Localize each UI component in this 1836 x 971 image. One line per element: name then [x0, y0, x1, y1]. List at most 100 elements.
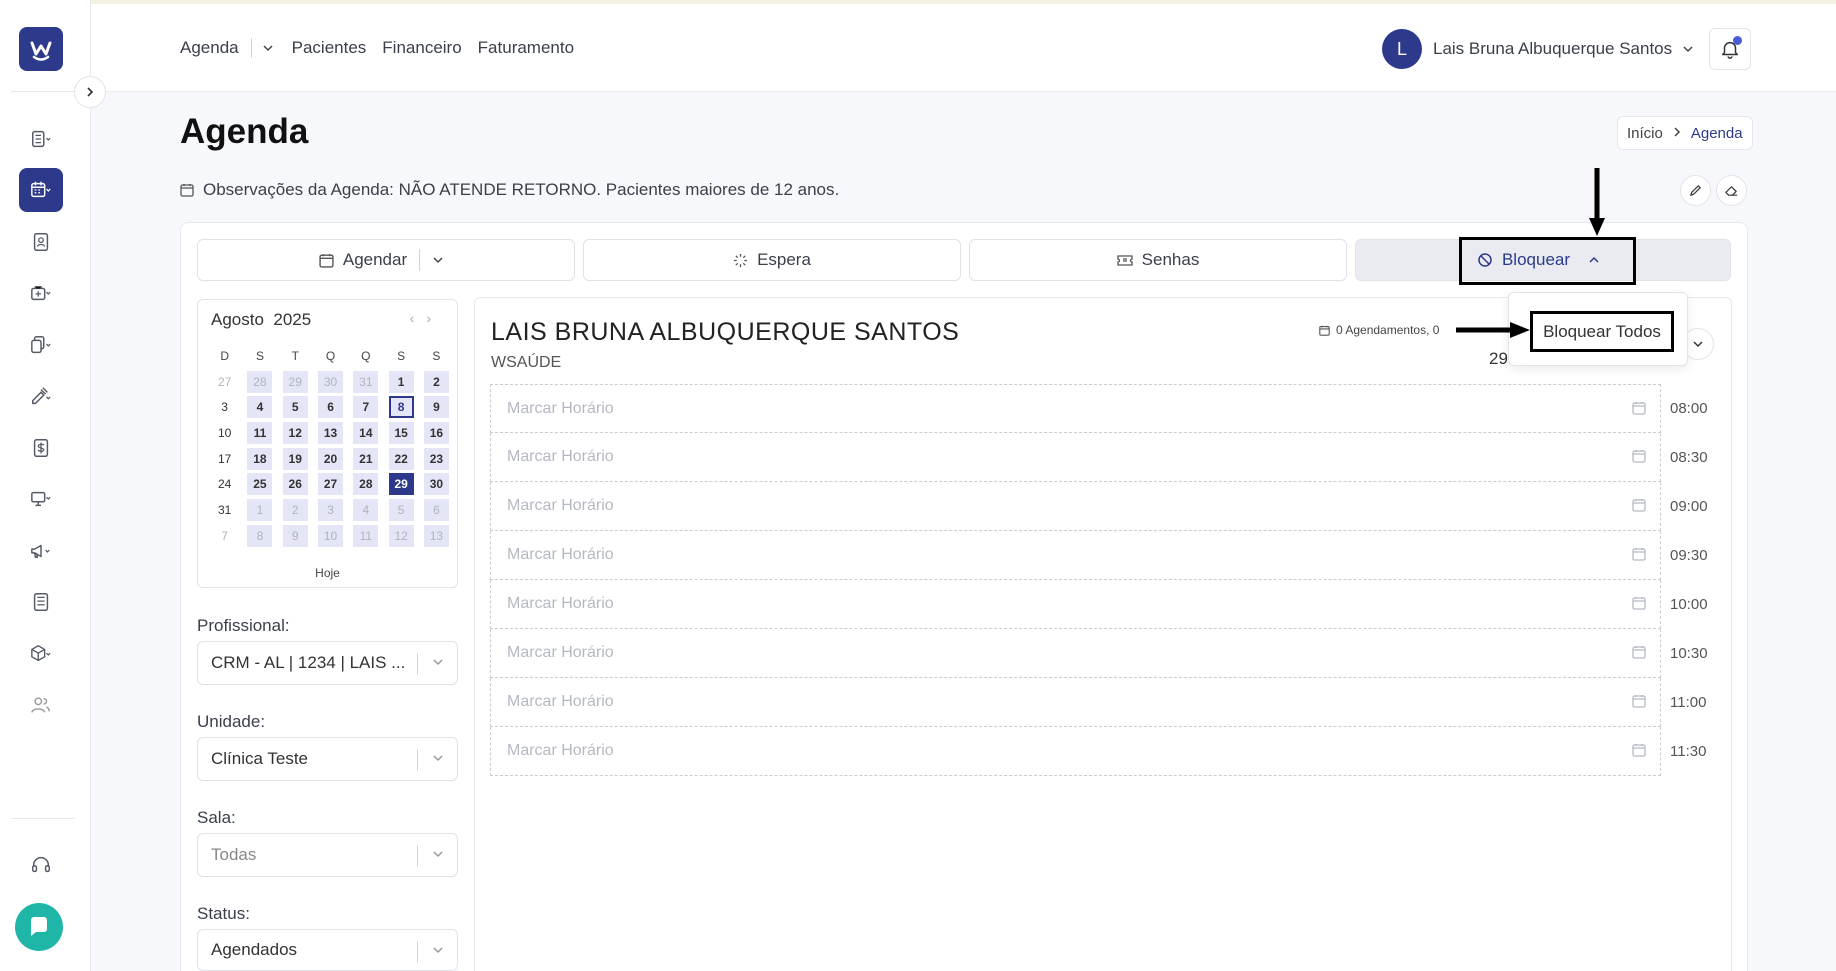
calendar-month[interactable]: Agosto [211, 310, 264, 329]
calendar-day[interactable]: 10 [313, 524, 348, 547]
nav-pacientes[interactable]: Pacientes [292, 38, 367, 58]
unidade-select[interactable]: Clínica Teste [197, 737, 458, 781]
calendar-day[interactable]: 13 [313, 421, 348, 444]
bloquear-todos-option[interactable]: Bloquear Todos [1530, 311, 1674, 352]
calendar-year[interactable]: 2025 [273, 310, 311, 329]
calendar-day[interactable]: 4 [348, 498, 383, 521]
sidebar-item-inventory[interactable] [19, 632, 63, 676]
sidebar-item-news[interactable] [19, 580, 63, 624]
sidebar-item-marketing[interactable] [19, 529, 63, 573]
calendar-day[interactable]: 17 [207, 448, 242, 470]
calendar-day[interactable]: 7 [348, 396, 383, 419]
calendar-day[interactable]: 27 [207, 371, 242, 393]
notifications-button[interactable] [1709, 28, 1751, 70]
calendar-day[interactable]: 9 [419, 396, 454, 419]
time-slot[interactable]: Marcar Horário 08:30 [490, 433, 1708, 482]
agendar-button[interactable]: Agendar [197, 239, 575, 281]
calendar-day[interactable]: 27 [313, 473, 348, 496]
chevron-down-icon[interactable] [262, 41, 274, 55]
calendar-day[interactable]: 30 [313, 370, 348, 393]
sidebar-item-clinic[interactable] [19, 271, 63, 315]
calendar-day[interactable]: 12 [278, 421, 313, 444]
calendar-day[interactable]: 26 [278, 473, 313, 496]
breadcrumb-home[interactable]: Início [1627, 125, 1663, 142]
sidebar-item-agenda[interactable] [19, 168, 63, 212]
time-slot[interactable]: Marcar Horário 11:30 [490, 727, 1706, 776]
calendar-icon[interactable] [1632, 498, 1646, 517]
calendar-icon[interactable] [1632, 645, 1646, 664]
calendar-day[interactable]: 8 [383, 396, 418, 419]
app-logo[interactable] [19, 27, 63, 71]
profissional-select[interactable]: CRM - AL | 1234 | LAIS ... [197, 641, 458, 685]
calendar-day[interactable]: 1 [242, 498, 277, 521]
calendar-day[interactable]: 5 [383, 498, 418, 521]
calendar-day[interactable]: 31 [207, 499, 242, 521]
sidebar-item-documents[interactable] [19, 323, 63, 367]
chevron-right-icon[interactable]: › [426, 310, 443, 326]
sidebar-item-patients[interactable] [19, 220, 63, 264]
sidebar-item-support[interactable] [19, 843, 63, 887]
calendar-day[interactable]: 19 [278, 447, 313, 470]
calendar-day[interactable]: 29 [383, 473, 418, 496]
calendar-day[interactable]: 22 [383, 447, 418, 470]
calendar-day[interactable]: 14 [348, 421, 383, 444]
calendar-day[interactable]: 12 [383, 524, 418, 547]
calendar-day[interactable]: 20 [313, 447, 348, 470]
calendar-icon[interactable] [1632, 449, 1646, 468]
calendar-day[interactable]: 16 [419, 421, 454, 444]
time-slot[interactable]: Marcar Horário 11:00 [490, 678, 1706, 727]
calendar-day[interactable]: 3 [313, 498, 348, 521]
calendar-day[interactable]: 7 [207, 525, 242, 547]
sala-select[interactable]: Todas [197, 833, 458, 877]
calendar-day[interactable]: 30 [419, 473, 454, 496]
calendar-day[interactable]: 9 [278, 524, 313, 547]
sidebar-item-finance[interactable] [19, 426, 63, 470]
calendar-day[interactable]: 6 [419, 498, 454, 521]
time-slot[interactable]: Marcar Horário 09:30 [490, 531, 1708, 580]
calendar-day[interactable]: 8 [242, 524, 277, 547]
chat-button[interactable] [15, 903, 63, 951]
calendar-day[interactable]: 10 [207, 422, 242, 444]
nav-financeiro[interactable]: Financeiro [382, 38, 461, 58]
status-select[interactable]: Agendados [197, 929, 458, 971]
calendar-day[interactable]: 21 [348, 447, 383, 470]
calendar-today-link[interactable]: Hoje [198, 566, 457, 580]
calendar-day[interactable]: 28 [348, 473, 383, 496]
calendar-day[interactable]: 23 [419, 447, 454, 470]
calendar-day[interactable]: 24 [207, 473, 242, 495]
calendar-day[interactable]: 5 [278, 396, 313, 419]
edit-observations-button[interactable] [1680, 175, 1711, 206]
time-slot[interactable]: Marcar Horário 10:00 [490, 580, 1708, 629]
chevron-down-icon[interactable] [432, 256, 444, 264]
sidebar-item-reports[interactable] [19, 117, 63, 161]
calendar-day[interactable]: 6 [313, 396, 348, 419]
espera-button[interactable]: Espera [583, 239, 961, 281]
calendar-icon[interactable] [1632, 596, 1646, 615]
calendar-day[interactable]: 18 [242, 447, 277, 470]
calendar-icon[interactable] [1632, 694, 1646, 713]
calendar-day[interactable]: 31 [348, 370, 383, 393]
sidebar-item-telemedicine[interactable] [19, 477, 63, 521]
clear-observations-button[interactable] [1716, 175, 1747, 206]
calendar-day[interactable]: 2 [278, 498, 313, 521]
sidebar-item-procedures[interactable] [19, 374, 63, 418]
calendar-day[interactable]: 13 [419, 524, 454, 547]
user-menu[interactable]: L Lais Bruna Albuquerque Santos [1382, 29, 1694, 69]
calendar-day[interactable]: 3 [207, 396, 242, 418]
senhas-button[interactable]: Senhas [969, 239, 1347, 281]
nav-agenda[interactable]: Agenda [180, 38, 239, 58]
calendar-icon[interactable] [1632, 743, 1646, 762]
nav-faturamento[interactable]: Faturamento [478, 38, 574, 58]
sidebar-toggle-button[interactable] [74, 76, 106, 108]
time-slot[interactable]: Marcar Horário 08:00 [490, 384, 1708, 433]
calendar-day[interactable]: 2 [419, 370, 454, 393]
calendar-day[interactable]: 29 [278, 370, 313, 393]
calendar-icon[interactable] [1632, 547, 1646, 566]
calendar-day[interactable]: 4 [242, 396, 277, 419]
time-slot[interactable]: Marcar Horário 10:30 [490, 629, 1708, 678]
calendar-day[interactable]: 11 [242, 421, 277, 444]
calendar-icon[interactable] [1632, 401, 1646, 420]
sidebar-item-users[interactable] [19, 683, 63, 727]
calendar-day[interactable]: 15 [383, 421, 418, 444]
time-slot[interactable]: Marcar Horário 09:00 [490, 482, 1708, 531]
